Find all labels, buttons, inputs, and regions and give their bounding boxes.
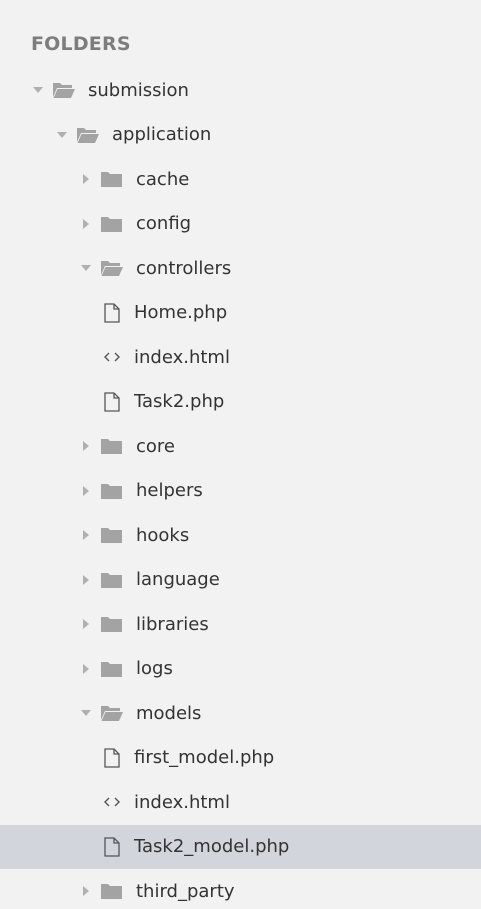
folder-label: application	[112, 124, 212, 146]
folders-sidebar: FOLDERS submission application cache config…	[0, 0, 481, 909]
folder-label: third_party	[136, 880, 235, 902]
file-icon	[102, 747, 122, 769]
file-label: index.html	[134, 791, 230, 813]
chevron-right-icon[interactable]	[78, 572, 94, 588]
folder-label: hooks	[136, 524, 190, 546]
file-label: Home.php	[134, 302, 228, 324]
folder-icon	[100, 169, 124, 189]
file-tree: submission application cache config controll…	[0, 68, 481, 909]
folder-icon	[100, 570, 124, 590]
chevron-right-icon[interactable]	[78, 216, 94, 232]
folder-label: core	[136, 435, 175, 457]
chevron-down-icon[interactable]	[78, 705, 94, 721]
folder-icon	[100, 614, 124, 634]
folders-header: FOLDERS	[31, 33, 131, 55]
folder-row[interactable]: controllers	[0, 246, 481, 291]
file-row[interactable]: first_model.php	[0, 736, 481, 781]
file-row[interactable]: Task2.php	[0, 380, 481, 425]
chevron-right-icon[interactable]	[78, 661, 94, 677]
file-row[interactable]: Task2_model.php	[0, 824, 481, 869]
folder-label: models	[136, 702, 202, 724]
folder-row[interactable]: cache	[0, 157, 481, 202]
file-icon	[102, 836, 122, 858]
code-file-icon	[102, 791, 122, 813]
chevron-right-icon[interactable]	[78, 438, 94, 454]
folder-open-icon	[76, 125, 100, 145]
folder-icon	[100, 214, 124, 234]
folder-row[interactable]: core	[0, 424, 481, 469]
folder-label: cache	[136, 168, 190, 190]
folder-open-icon	[52, 80, 76, 100]
chevron-right-icon[interactable]	[78, 527, 94, 543]
file-label: index.html	[134, 346, 230, 368]
folder-row[interactable]: logs	[0, 647, 481, 692]
folder-icon	[100, 481, 124, 501]
folder-row[interactable]: models	[0, 691, 481, 736]
code-file-icon	[102, 346, 122, 368]
folder-row[interactable]: language	[0, 558, 481, 603]
folder-icon	[100, 659, 124, 679]
folder-row[interactable]: application	[0, 113, 481, 158]
file-row[interactable]: index.html	[0, 780, 481, 825]
folder-row[interactable]: libraries	[0, 602, 481, 647]
chevron-right-icon[interactable]	[78, 171, 94, 187]
file-icon	[102, 391, 122, 413]
file-label: Task2_model.php	[134, 836, 290, 858]
file-label: Task2.php	[134, 391, 225, 413]
folder-label: language	[136, 569, 220, 591]
folder-label: config	[136, 213, 192, 235]
folder-icon	[100, 436, 124, 456]
file-row[interactable]: Home.php	[0, 291, 481, 336]
folder-label: helpers	[136, 480, 203, 502]
file-row[interactable]: index.html	[0, 335, 481, 380]
folder-row[interactable]: submission	[0, 68, 481, 113]
chevron-down-icon[interactable]	[78, 260, 94, 276]
folder-label: logs	[136, 658, 173, 680]
folder-open-icon	[100, 258, 124, 278]
folder-label: submission	[88, 79, 189, 101]
chevron-right-icon[interactable]	[78, 883, 94, 899]
chevron-down-icon[interactable]	[54, 127, 70, 143]
file-icon	[102, 302, 122, 324]
folder-open-icon	[100, 703, 124, 723]
folder-icon	[100, 881, 124, 901]
folder-row[interactable]: hooks	[0, 513, 481, 558]
chevron-right-icon[interactable]	[78, 616, 94, 632]
folder-row[interactable]: third_party	[0, 869, 481, 909]
folder-row[interactable]: config	[0, 202, 481, 247]
folder-row[interactable]: helpers	[0, 469, 481, 514]
chevron-down-icon[interactable]	[30, 82, 46, 98]
folder-label: controllers	[136, 257, 232, 279]
chevron-right-icon[interactable]	[78, 483, 94, 499]
file-label: first_model.php	[134, 747, 275, 769]
folder-icon	[100, 525, 124, 545]
folder-label: libraries	[136, 613, 209, 635]
